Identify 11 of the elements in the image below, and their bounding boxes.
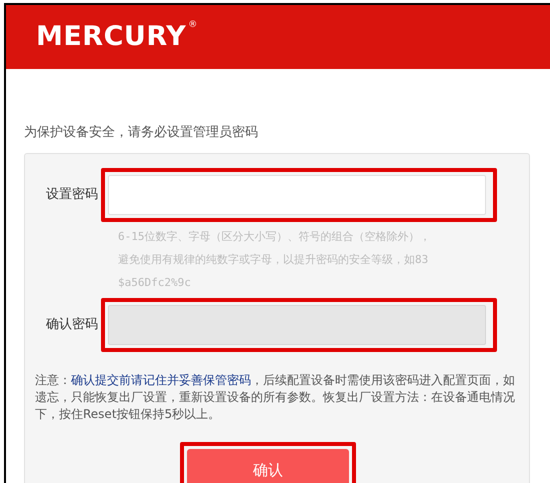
hint-text: 避免使用有规律的纯数字或字母，以提升密码的安全等级，如83 [118, 252, 428, 268]
hint-text: 6-15位数字、字母（区分大小写）、符号的组合（空格除外）， [118, 228, 430, 244]
registered-mark: ® [188, 20, 198, 31]
intro-text: 为保护设备安全，请务必设置管理员密码 [24, 124, 259, 142]
field-label: 设置密码 [45, 186, 99, 204]
password-field[interactable] [108, 174, 486, 214]
logo: MERCURY [36, 20, 188, 54]
confirm-button[interactable]: 确认 [187, 448, 349, 483]
field-label: 确认密码 [45, 316, 99, 334]
hint-text: $a56Dfc2%9c [118, 274, 191, 290]
note-text: 注意：确认提交前请记住并妥善保管密码，后续配置设备时需使用该密码进入配置页面，如遗忘，只能恢复出厂设置，重新设置设备的所有参数。恢复出厂设置方法：在设备通电情况下，按住Reset按钮保持5秒以上。 [35, 372, 516, 422]
